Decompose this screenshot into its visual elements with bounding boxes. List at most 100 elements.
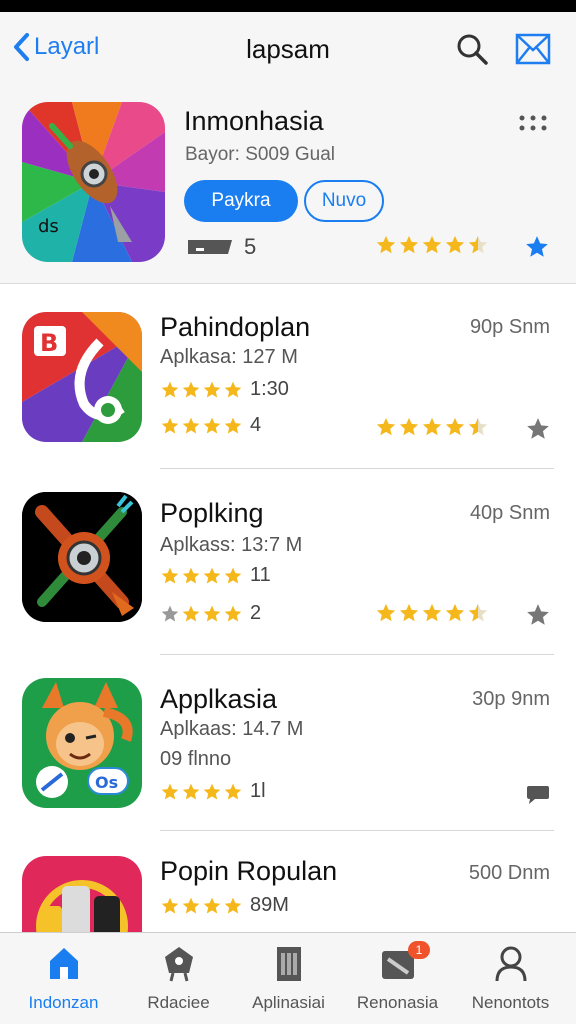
- home-icon: [49, 948, 78, 979]
- app-size: 30p 9nm: [472, 688, 550, 710]
- stars: [160, 566, 244, 586]
- list-item[interactable]: Poplking 40p Snm Aplkass: 13:7 M 11 2: [0, 486, 576, 656]
- star-icon: [203, 381, 221, 397]
- star-icon: [422, 235, 442, 254]
- tab-category[interactable]: Rdaciee: [121, 933, 236, 1024]
- app-rating: [375, 602, 490, 624]
- mail-icon[interactable]: [515, 32, 551, 66]
- svg-text:ds: ds: [38, 216, 59, 237]
- star-icon: [182, 417, 200, 433]
- featured-app-card[interactable]: ds Inmonhasia Bayor: S009 Gual Paykra Nu…: [0, 86, 576, 284]
- star-icon: [161, 605, 179, 621]
- list-item[interactable]: B Pahindoplan 90p Snm Aplkasa: 127 M 1:3…: [0, 300, 576, 470]
- star-icon: [161, 417, 179, 433]
- divider: [160, 830, 554, 831]
- apps-icon: [276, 947, 301, 981]
- app-meta: Aplkass: 13:7 M: [160, 534, 303, 556]
- star-icon: [224, 897, 242, 913]
- featured-rating: [375, 234, 490, 256]
- comment-icon[interactable]: [525, 782, 551, 806]
- list-item[interactable]: Os Applkasia 30p 9nm Aplkaas: 14.7 M 09 …: [0, 672, 576, 842]
- tab-label: Aplinasiai: [252, 993, 325, 1012]
- stars: [160, 782, 244, 802]
- app-icon: [22, 856, 142, 932]
- star-rating: 4: [160, 414, 261, 437]
- tab-label: Nenontots: [471, 993, 550, 1012]
- app-icon: B: [22, 312, 142, 442]
- star-icon: [399, 603, 419, 622]
- app-name: Poplking: [160, 498, 264, 528]
- featured-app-icon: ds: [22, 102, 165, 262]
- app-size: 90p Snm: [469, 316, 550, 338]
- svg-text:B: B: [40, 329, 58, 357]
- tab-profile[interactable]: Nenontots: [453, 933, 568, 1024]
- star-icon: [203, 783, 221, 799]
- secondary-button[interactable]: Nuvo: [304, 180, 384, 222]
- app-name: Pahindoplan: [160, 312, 311, 342]
- list-item[interactable]: Popin Ropulan 500 Dnm 89M: [0, 848, 576, 932]
- star-rating: 2: [160, 602, 261, 625]
- star-icon[interactable]: [525, 416, 551, 442]
- get-button[interactable]: Paykra: [184, 180, 298, 222]
- app-icon: Os: [22, 678, 142, 808]
- tab-home[interactable]: Indonzan: [6, 933, 121, 1024]
- star-icon: [224, 417, 242, 433]
- app-meta: Aplkasa: 127 M: [160, 346, 298, 368]
- profile-icon: [495, 946, 526, 982]
- more-options-icon[interactable]: [518, 114, 548, 132]
- rating-count: 4: [250, 414, 262, 436]
- star-icon: [182, 783, 200, 799]
- app-size: 40p Snm: [469, 502, 550, 524]
- rating-count: 1l: [250, 780, 266, 802]
- star-icon: [203, 605, 221, 621]
- ticket-icon: [188, 240, 232, 254]
- star-icon: [161, 897, 179, 913]
- star-icon: [399, 235, 419, 254]
- star-rating: 89M: [160, 894, 289, 917]
- star-icon: [203, 897, 221, 913]
- stars: [160, 604, 244, 624]
- half-star-icon: [468, 417, 488, 436]
- app-extra-info: 09 flnno: [160, 748, 232, 770]
- star-icon[interactable]: [525, 602, 551, 628]
- category-icon: [164, 947, 193, 982]
- stars: [160, 380, 244, 400]
- star-icon: [182, 567, 200, 583]
- status-bar: [0, 0, 576, 12]
- star-rating: 1:30: [160, 378, 289, 401]
- tab-label: Indonzan: [28, 993, 99, 1012]
- star-icon: [376, 603, 396, 622]
- star-icon: [376, 417, 396, 436]
- app-icon: [22, 492, 142, 622]
- star-icon: [182, 381, 200, 397]
- app-rating: [375, 416, 490, 438]
- featured-count: 5: [244, 234, 257, 259]
- star-icon: [224, 567, 242, 583]
- star-icon: [182, 605, 200, 621]
- tab-apps[interactable]: Aplinasiai: [231, 933, 346, 1024]
- half-star-icon: [468, 235, 488, 254]
- divider: [160, 468, 554, 469]
- tab-bar: Indonzan Rdaciee Aplinasiai 1 Renonasia …: [0, 932, 576, 1024]
- star-icon: [161, 783, 179, 799]
- favorite-star-icon[interactable]: [524, 234, 550, 260]
- app-name: Applkasia: [160, 684, 278, 714]
- star-icon: [203, 567, 221, 583]
- star-icon: [445, 417, 465, 436]
- notification-badge: 1: [408, 941, 430, 959]
- rating-count: 11: [250, 564, 271, 586]
- app-name: Popin Ropulan: [160, 856, 338, 886]
- star-icon: [445, 603, 465, 622]
- star-icon: [224, 605, 242, 621]
- tab-updates[interactable]: 1 Renonasia: [340, 933, 455, 1024]
- svg-text:Os: Os: [95, 773, 118, 792]
- star-icon: [224, 783, 242, 799]
- star-icon: [422, 603, 442, 622]
- stars: [160, 896, 244, 916]
- search-icon[interactable]: [455, 32, 489, 66]
- half-star-icon: [468, 603, 488, 622]
- star-icon: [161, 567, 179, 583]
- rating-count: 1:30: [250, 378, 289, 400]
- star-icon: [203, 417, 221, 433]
- divider: [160, 654, 554, 655]
